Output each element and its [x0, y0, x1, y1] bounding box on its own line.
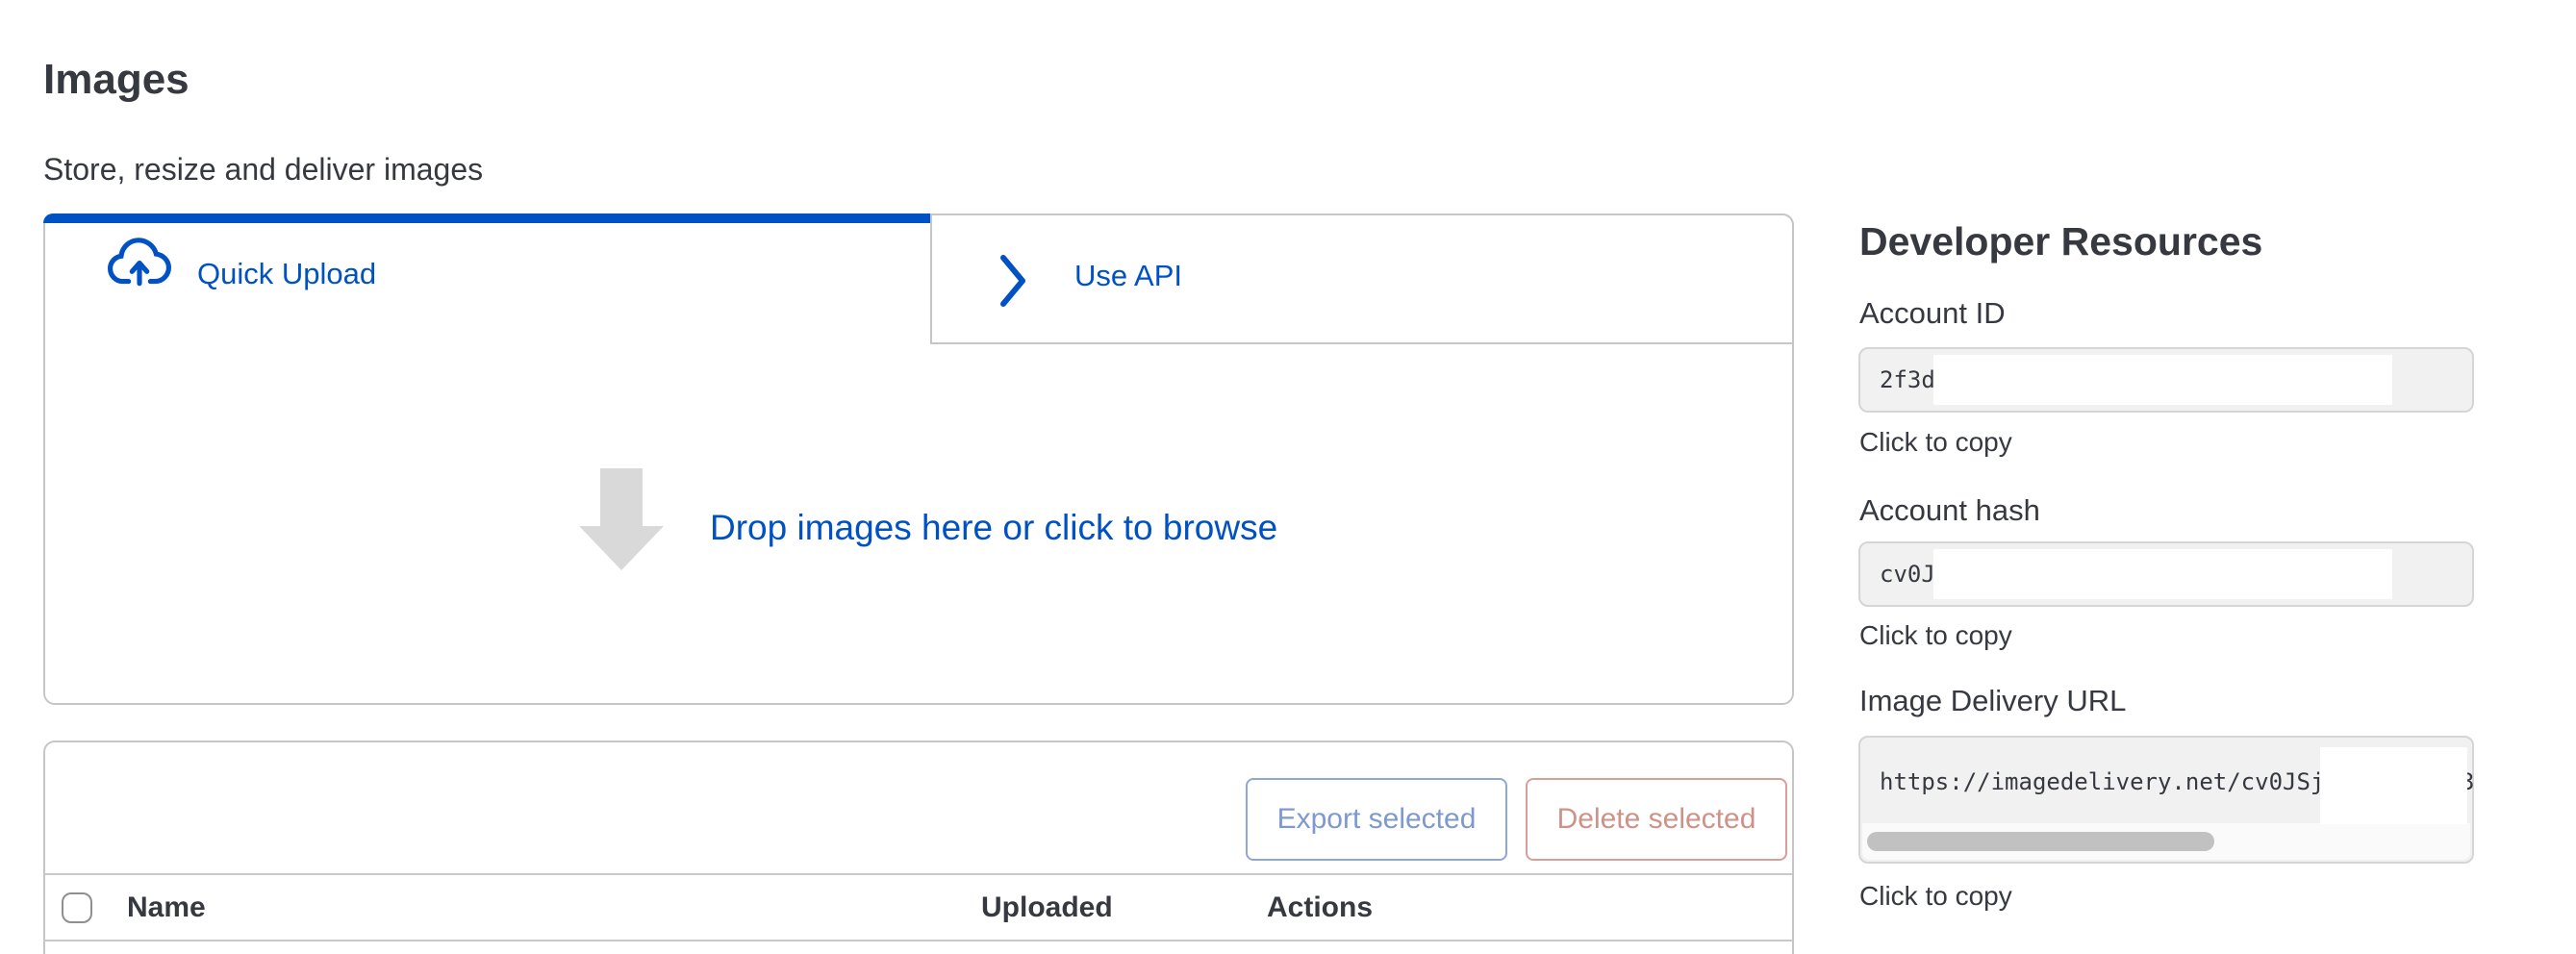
developer-resources-heading: Developer Resources — [1859, 219, 2262, 264]
dropzone-label: Drop images here or click to browse — [710, 508, 1277, 548]
account-hash-field[interactable]: cv0J — [1858, 541, 2474, 607]
tab-use-api[interactable]: Use API — [930, 213, 1794, 344]
page-title: Images — [43, 56, 189, 104]
column-header-uploaded: Uploaded — [981, 891, 1113, 924]
images-page: Images Store, resize and deliver images … — [0, 0, 2576, 954]
delete-selected-button[interactable]: Delete selected — [1526, 778, 1787, 861]
tab-quick-upload-label: Quick Upload — [197, 257, 376, 291]
images-table-card: Export selected Delete selected Name Upl… — [43, 741, 1794, 954]
account-id-value: 2f3d — [1880, 366, 1935, 393]
redaction-overlay — [2320, 747, 2467, 824]
tab-use-api-label: Use API — [1074, 259, 1182, 293]
tab-quick-upload[interactable]: Quick Upload — [43, 213, 930, 344]
account-id-field[interactable]: 2f3d — [1858, 347, 2474, 413]
horizontal-scrollbar — [1862, 823, 2470, 860]
select-all-checkbox[interactable] — [62, 892, 92, 923]
table-header-row: Name Uploaded Actions — [45, 875, 1792, 941]
account-id-click-to-copy[interactable]: Click to copy — [1859, 427, 2012, 458]
table-toolbar: Export selected Delete selected — [45, 742, 1792, 875]
account-hash-value: cv0J — [1880, 561, 1935, 588]
redaction-overlay — [1933, 355, 2392, 405]
account-hash-click-to-copy[interactable]: Click to copy — [1859, 620, 2012, 651]
export-selected-button[interactable]: Export selected — [1246, 778, 1507, 861]
active-tab-indicator — [43, 213, 930, 223]
image-delivery-url-value: https://imagedelivery.net/cv0JSj — [1880, 768, 2324, 795]
redaction-overlay — [1933, 549, 2392, 599]
chevron-right-icon — [998, 253, 1027, 314]
column-header-actions: Actions — [1267, 891, 1373, 924]
page-subtitle: Store, resize and deliver images — [43, 152, 483, 188]
image-delivery-url-label: Image Delivery URL — [1859, 684, 2126, 718]
cloud-upload-icon — [108, 237, 171, 293]
account-hash-label: Account hash — [1859, 493, 2040, 528]
scrollbar-thumb[interactable] — [1867, 832, 2214, 851]
image-dropzone[interactable]: Drop images here or click to browse — [45, 346, 1792, 703]
image-delivery-url-field[interactable]: https://imagedelivery.net/cv0JSj 3 — [1858, 736, 2474, 864]
image-delivery-url-click-to-copy[interactable]: Click to copy — [1859, 881, 2012, 912]
account-id-label: Account ID — [1859, 296, 2006, 331]
down-arrow-icon — [579, 468, 664, 575]
column-header-name: Name — [127, 891, 206, 924]
